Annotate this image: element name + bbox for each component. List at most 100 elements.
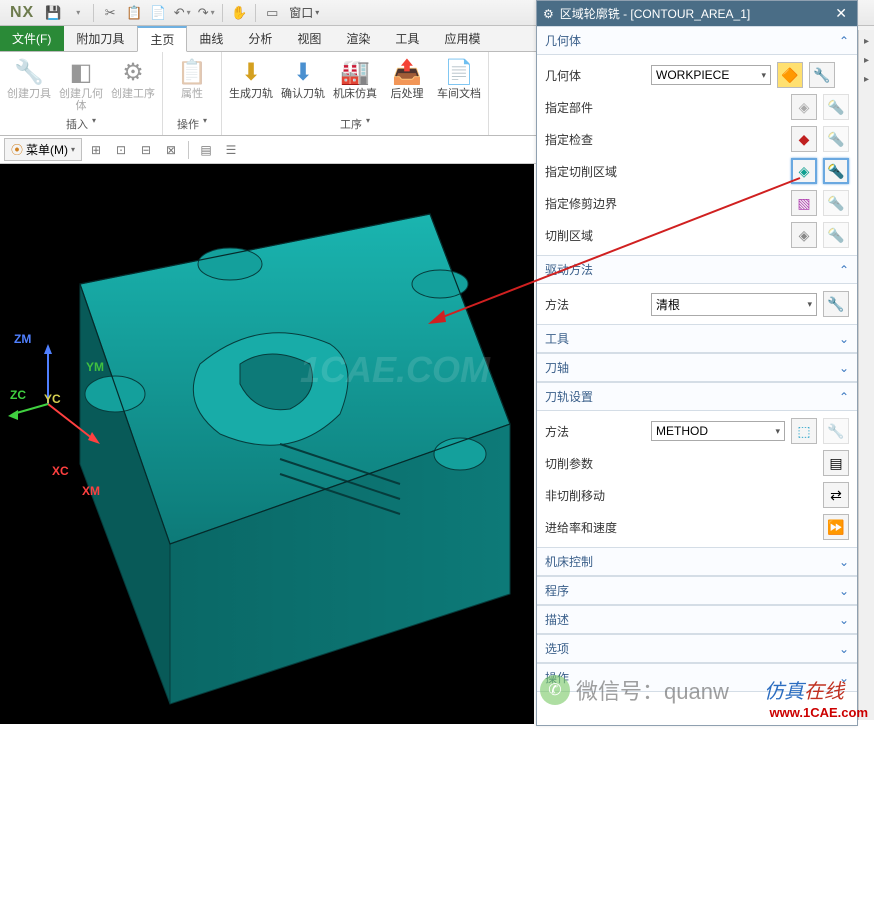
tab-addon[interactable]: 附加刀具 (64, 26, 137, 51)
tree-icon[interactable]: ☰ (220, 139, 242, 161)
redo-dropdown[interactable]: ↷ (195, 2, 217, 24)
axis-zc: ZC (10, 388, 26, 402)
create-tool-button[interactable]: 🔧 创建刀具 (4, 54, 54, 102)
close-icon[interactable]: ✕ (831, 5, 851, 22)
chevron-down-icon: ⌄ (839, 613, 849, 627)
axis-xc: XC (52, 464, 69, 478)
procedure-icon: ⚙ (117, 56, 149, 88)
cutregion-label: 切削区域 (545, 227, 645, 244)
cutarea-show-icon[interactable]: 🔦 (823, 158, 849, 184)
panel-title-text: 区域轮廓铣 - [CONTOUR_AREA_1] (560, 5, 750, 22)
genpath-icon: ⬇ (235, 56, 267, 88)
paste-icon[interactable]: 📄 (147, 2, 169, 24)
section-machine[interactable]: 机床控制 ⌄ (537, 547, 857, 576)
chevron-down-icon: ⌄ (839, 555, 849, 569)
drive-method-combo[interactable]: 清根 ▾ (651, 293, 817, 316)
side-icon-strip: ▸ ▸ ▸ (858, 30, 874, 720)
section-program[interactable]: 程序 ⌄ (537, 576, 857, 605)
wechat-watermark: ✆ 微信号：quanw (540, 674, 729, 706)
path-method-label: 方法 (545, 423, 645, 440)
sim-watermark: 仿真在线 (764, 675, 844, 704)
section-tool[interactable]: 工具 ⌄ (537, 324, 857, 353)
box-icon[interactable]: ▭ (261, 2, 283, 24)
shop-doc-button[interactable]: 📄 车间文档 (434, 54, 484, 102)
verify-path-button[interactable]: ⬇ 确认刀轨 (278, 54, 328, 102)
path-inherit-icon[interactable]: ⬚ (791, 418, 817, 444)
save-dropdown[interactable] (66, 2, 88, 24)
touch-icon[interactable]: ✋ (228, 2, 250, 24)
generate-path-button[interactable]: ⬇ 生成刀轨 (226, 54, 276, 102)
undo-dropdown[interactable]: ↶ (171, 2, 193, 24)
section-desc[interactable]: 描述 ⌄ (537, 605, 857, 634)
nav-icon-4[interactable]: ⊠ (160, 139, 182, 161)
post-button[interactable]: 📤 后处理 (382, 54, 432, 102)
window-menu[interactable]: 窗口 ▾ (285, 4, 323, 21)
part-show-icon: 🔦 (823, 94, 849, 120)
drive-edit-icon[interactable]: 🔧 (823, 291, 849, 317)
axis-xm: XM (82, 484, 100, 498)
check-label: 指定检查 (545, 131, 645, 148)
tab-render[interactable]: 渲染 (334, 26, 383, 51)
chevron-down-icon: ⌄ (839, 584, 849, 598)
tab-home[interactable]: 主页 (137, 26, 187, 52)
cut-icon[interactable]: ✂ (99, 2, 121, 24)
wechat-icon: ✆ (540, 675, 570, 705)
menu-button[interactable]: ⦿ 菜单(M) ▾ (4, 138, 82, 161)
part-label: 指定部件 (545, 99, 645, 116)
chevron-down-icon: ⌄ (839, 361, 849, 375)
window-label: 窗口 (289, 4, 313, 21)
path-method-combo[interactable]: METHOD ▾ (651, 421, 785, 441)
properties-button[interactable]: 📋 属性 (167, 54, 217, 102)
geom-wrench-icon[interactable]: 🔧 (809, 62, 835, 88)
filter-icon[interactable]: ▤ (195, 139, 217, 161)
section-geometry[interactable]: 几何体 ⌃ (537, 26, 857, 55)
geom-select-icon[interactable]: 🔶 (777, 62, 803, 88)
tab-tools[interactable]: 工具 (383, 26, 432, 51)
section-path[interactable]: 刀轨设置 ⌃ (537, 382, 857, 411)
footer-url: www.1CAE.com (770, 705, 868, 720)
chevron-up-icon: ⌃ (839, 34, 849, 48)
machine-sim-button[interactable]: 🏭 机床仿真 (330, 54, 380, 102)
tab-app[interactable]: 应用模 (432, 26, 493, 51)
check-select-icon[interactable]: ◆ (791, 126, 817, 152)
viewport-3d[interactable]: ZM ZC YC YM XC XM 1CAE.COM (0, 164, 534, 724)
copy-icon[interactable]: 📋 (123, 2, 145, 24)
group-insert-label: 插入 (66, 116, 88, 132)
section-drive[interactable]: 驱动方法 ⌃ (537, 255, 857, 284)
chevron-down-icon: ⌄ (839, 642, 849, 656)
group-procedure-label: 工序 (340, 116, 362, 132)
group-operate-label: 操作 (177, 116, 199, 132)
cutparams-icon[interactable]: ▤ (823, 450, 849, 476)
side-icon-1[interactable]: ▸ (864, 36, 869, 47)
section-toolaxis[interactable]: 刀轴 ⌄ (537, 353, 857, 382)
save-icon[interactable]: 💾 (42, 2, 64, 24)
cutregion-select-icon[interactable]: ◈ (791, 222, 817, 248)
tab-view[interactable]: 视图 (285, 26, 334, 51)
axis-ym: YM (86, 360, 104, 374)
tab-curve[interactable]: 曲线 (187, 26, 236, 51)
geom-body-combo[interactable]: WORKPIECE ▾ (651, 65, 771, 85)
doc-icon: 📄 (443, 56, 475, 88)
nx-logo: NX (4, 4, 40, 22)
trim-select-icon[interactable]: ▧ (791, 190, 817, 216)
path-wrench-icon: 🔧 (823, 418, 849, 444)
nav-icon-3[interactable]: ⊟ (135, 139, 157, 161)
create-geometry-button[interactable]: ◧ 创建几何体 (56, 54, 106, 114)
side-icon-2[interactable]: ▸ (864, 55, 869, 66)
chevron-down-icon: ⌄ (839, 332, 849, 346)
gear-icon: ⚙ (543, 7, 554, 21)
nav-icon-1[interactable]: ⊞ (85, 139, 107, 161)
create-procedure-button[interactable]: ⚙ 创建工序 (108, 54, 158, 102)
section-options[interactable]: 选项 ⌄ (537, 634, 857, 663)
trim-label: 指定修剪边界 (545, 195, 645, 212)
tab-analyze[interactable]: 分析 (236, 26, 285, 51)
geometry-icon: ◧ (65, 56, 97, 88)
part-select-icon[interactable]: ◈ (791, 94, 817, 120)
tab-file[interactable]: 文件(F) (0, 26, 64, 51)
feeds-icon[interactable]: ⏩ (823, 514, 849, 540)
noncut-icon[interactable]: ⇄ (823, 482, 849, 508)
verify-icon: ⬇ (287, 56, 319, 88)
side-icon-3[interactable]: ▸ (864, 74, 869, 85)
nav-icon-2[interactable]: ⊡ (110, 139, 132, 161)
cutarea-select-icon[interactable]: ◈ (791, 158, 817, 184)
